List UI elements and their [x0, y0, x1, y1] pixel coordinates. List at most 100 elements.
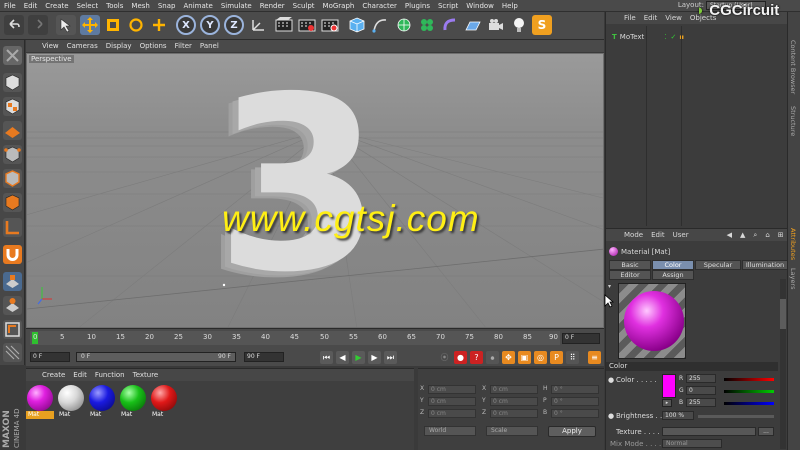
tab-content-browser[interactable]: Content Browser	[789, 40, 797, 94]
menu-tools[interactable]: Tools	[102, 2, 127, 10]
tab-specular[interactable]: Specular	[695, 260, 741, 270]
menu-sculpt[interactable]: Sculpt	[289, 2, 319, 10]
material-menu-texture[interactable]: Texture	[129, 371, 163, 379]
material-menu-create[interactable]: Create	[38, 371, 69, 379]
menu-script[interactable]: Script	[434, 2, 462, 10]
magnet-icon[interactable]	[3, 245, 22, 264]
coord-mode-dropdown[interactable]: Scale	[486, 426, 538, 436]
viewport-menu-filter[interactable]: Filter	[171, 42, 196, 50]
material-swatch-blue[interactable]: Mat	[88, 385, 116, 421]
end-frame-field[interactable]: 90 F	[244, 352, 284, 362]
coord-system-icon[interactable]	[248, 15, 268, 35]
scale-key-icon[interactable]: ▣	[518, 351, 531, 364]
scrollbar-thumb[interactable]	[780, 299, 786, 329]
motext-3d-object[interactable]: 3	[215, 60, 435, 310]
x-axis-icon[interactable]: X	[176, 15, 196, 35]
lock-icon[interactable]: ⌂	[761, 231, 773, 239]
coord-space-dropdown[interactable]: World	[424, 426, 476, 436]
menu-select[interactable]: Select	[73, 2, 103, 10]
add-icon[interactable]	[149, 15, 169, 35]
brightness-slider[interactable]	[698, 415, 774, 418]
attr-menu-mode[interactable]: Mode	[620, 231, 647, 239]
attr-menu-user[interactable]: User	[669, 231, 693, 239]
back-arrow-icon[interactable]: ◀	[723, 231, 736, 239]
floor-icon[interactable]	[463, 15, 483, 35]
menu-edit[interactable]: Edit	[20, 2, 42, 10]
menu-animate[interactable]: Animate	[179, 2, 216, 10]
enabled-check-icon[interactable]: ✓	[671, 33, 677, 41]
axis-mode-icon[interactable]	[3, 218, 22, 237]
menu-create[interactable]: Create	[41, 2, 72, 10]
apply-button[interactable]: Apply	[548, 426, 596, 437]
texture-browse-button[interactable]: ...	[758, 427, 774, 436]
y-axis-icon[interactable]: Y	[200, 15, 220, 35]
tab-attributes[interactable]: Attributes	[789, 228, 797, 260]
attribute-scrollbar[interactable]	[780, 279, 786, 449]
coord-size-y[interactable]: 0 cm	[490, 397, 538, 406]
menu-mesh[interactable]: Mesh	[127, 2, 153, 10]
pen-icon[interactable]	[370, 15, 390, 35]
material-swatch-red[interactable]: Mat	[150, 385, 178, 421]
r-slider[interactable]	[724, 378, 774, 381]
menu-help[interactable]: Help	[498, 2, 522, 10]
current-frame-field[interactable]: 0 F	[562, 333, 600, 344]
timeline-editor-icon[interactable]: ≡	[588, 351, 601, 364]
coord-position-y[interactable]: 0 cm	[428, 397, 476, 406]
timeline-ruler[interactable]: 0 5 10 15 20 25 30 35 40 45 50 55 60 65 …	[30, 331, 560, 345]
tab-structure[interactable]: Structure	[789, 106, 797, 136]
material-swatch-green[interactable]: Mat	[119, 385, 147, 421]
r-value-field[interactable]: 255	[686, 374, 716, 383]
render-picture-viewer-icon[interactable]	[297, 15, 317, 35]
go-to-end-icon[interactable]: ⏭	[384, 351, 397, 364]
material-swatch-magenta[interactable]: Mat	[26, 385, 54, 421]
b-slider[interactable]	[724, 402, 774, 405]
parameter-key-icon[interactable]: P	[550, 351, 563, 364]
light-icon[interactable]	[509, 15, 529, 35]
go-to-start-icon[interactable]: ⏮	[320, 351, 333, 364]
visibility-dots-icon[interactable]: ⁚	[664, 33, 666, 41]
material-preview[interactable]	[618, 283, 686, 359]
attr-menu-edit[interactable]: Edit	[647, 231, 669, 239]
color-swatch[interactable]	[662, 374, 676, 398]
make-editable-icon[interactable]	[3, 46, 22, 65]
tab-editor[interactable]: Editor	[609, 270, 651, 280]
viewport-menu-cameras[interactable]: Cameras	[63, 42, 102, 50]
scale-icon[interactable]	[103, 15, 123, 35]
frame-range-slider[interactable]: 0 F 90 F	[76, 352, 236, 362]
position-key-icon[interactable]: ✥	[502, 351, 515, 364]
coord-rotation-b[interactable]: 0 °	[551, 409, 599, 418]
edges-mode-icon[interactable]	[3, 169, 22, 188]
object-menu-file[interactable]: File	[620, 14, 640, 22]
viewport-menu-options[interactable]: Options	[136, 42, 171, 50]
model-mode-icon[interactable]	[3, 73, 22, 92]
viewport-menu-view[interactable]: View	[38, 42, 63, 50]
keyframe-selection-icon[interactable]: ⦿	[438, 351, 451, 364]
start-frame-field[interactable]: 0 F	[30, 352, 70, 362]
menu-render[interactable]: Render	[256, 2, 289, 10]
menu-simulate[interactable]: Simulate	[217, 2, 256, 10]
previous-key-icon[interactable]: ◀	[336, 351, 349, 364]
b-value-field[interactable]: 255	[686, 398, 716, 407]
mix-mode-dropdown[interactable]: Normal	[662, 439, 722, 448]
cube-icon[interactable]	[347, 15, 367, 35]
material-swatch-white[interactable]: Mat	[57, 385, 85, 421]
tab-layers[interactable]: Layers	[789, 268, 797, 290]
menu-window[interactable]: Window	[462, 2, 498, 10]
live-select-icon[interactable]	[56, 15, 76, 35]
rotation-key-icon[interactable]: ◎	[534, 351, 547, 364]
up-arrow-icon[interactable]: ▲	[736, 231, 749, 239]
render-view-icon[interactable]	[274, 15, 294, 35]
brightness-field[interactable]: 100 %	[662, 411, 694, 420]
g-value-field[interactable]: 0	[686, 386, 716, 395]
z-axis-icon[interactable]: Z	[224, 15, 244, 35]
menu-plugins[interactable]: Plugins	[401, 2, 434, 10]
texture-mode-icon[interactable]	[3, 97, 22, 116]
next-key-icon[interactable]: ▶	[368, 351, 381, 364]
menu-snap[interactable]: Snap	[154, 2, 180, 10]
coord-position-z[interactable]: 0 cm	[428, 409, 476, 418]
play-icon[interactable]: ▶	[352, 351, 365, 364]
g-slider[interactable]	[724, 390, 774, 393]
polygons-mode-icon[interactable]	[3, 193, 22, 212]
move-icon[interactable]	[80, 15, 100, 35]
autokey-icon[interactable]: ?	[470, 351, 483, 364]
